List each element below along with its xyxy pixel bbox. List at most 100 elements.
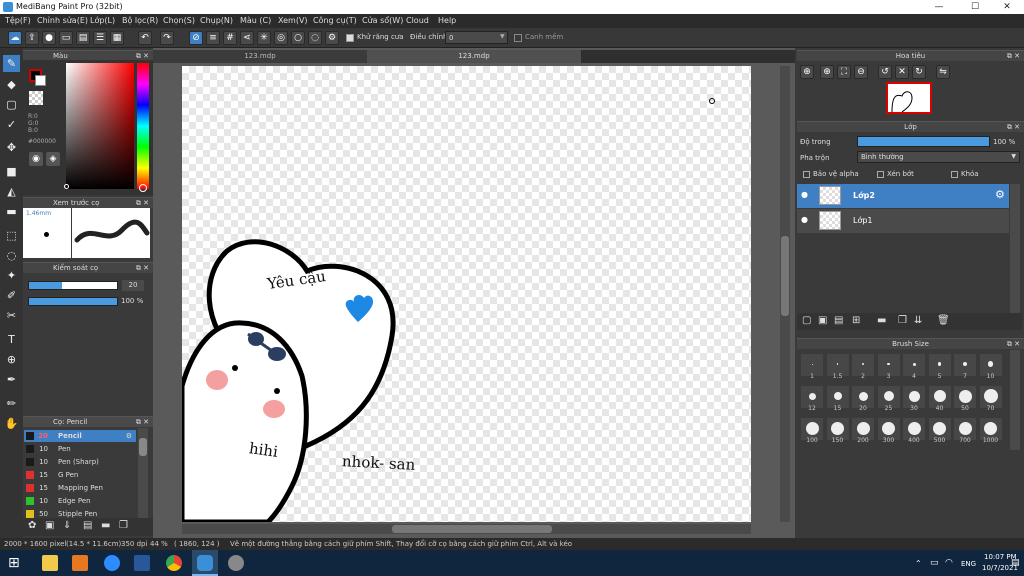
move-tool-icon[interactable]: ✥ <box>3 139 20 156</box>
rotate-left-icon[interactable]: ↺ <box>878 65 892 79</box>
drawing-canvas[interactable]: Yêu cậu hihi nhok- san <box>182 66 751 522</box>
menu-select[interactable]: Chọn(S) <box>163 16 195 25</box>
brush-size-cell[interactable]: 25 <box>877 386 900 412</box>
rotate-fit-icon[interactable]: ✕ <box>895 65 909 79</box>
brush-list-scrollbar[interactable] <box>138 428 148 518</box>
radial-snap-icon[interactable]: ✳ <box>257 31 271 45</box>
close-button[interactable]: ✕ <box>990 0 1024 14</box>
vertical-scroll-thumb[interactable] <box>781 236 789 316</box>
snap-off-icon[interactable]: ⊘ <box>189 31 203 45</box>
menu-window[interactable]: Cửa sổ(W) <box>362 16 403 25</box>
brush-size-cell[interactable]: 15 <box>826 386 849 412</box>
sv-cursor[interactable] <box>64 184 69 189</box>
select-brush-icon[interactable]: ✐ <box>3 287 20 304</box>
flip-icon[interactable]: ⇋ <box>936 65 950 79</box>
brush-size-scrollbar[interactable] <box>1010 350 1020 450</box>
eraser-tool-icon[interactable]: ◆ <box>3 76 20 93</box>
folder-icon[interactable]: ▬ <box>877 315 886 326</box>
export-icon[interactable]: ⇪ <box>25 31 39 45</box>
hand-tool-icon[interactable]: ✋ <box>3 415 20 432</box>
horizontal-scroll-thumb[interactable] <box>392 525 552 533</box>
brush-item[interactable]: 15 G Pen <box>24 469 136 481</box>
tray-chevron-icon[interactable]: ⌃ <box>915 559 922 568</box>
select-pen-icon[interactable]: ✓ <box>3 116 20 133</box>
document-tab-active[interactable]: 123.mdp <box>367 50 581 63</box>
brush-copy-icon[interactable]: ❐ <box>119 520 128 531</box>
new-layer-icon[interactable]: ▢ <box>802 315 811 326</box>
brush-size-cell[interactable]: 150 <box>826 418 849 444</box>
list-icon[interactable]: ☰ <box>93 31 107 45</box>
brush-item[interactable]: 10 Pen <box>24 443 136 455</box>
brush-size-cell[interactable]: 400 <box>903 418 925 444</box>
divide-tool-icon[interactable]: ⊕ <box>3 351 20 368</box>
menu-color[interactable]: Màu (C) <box>240 16 271 25</box>
pen-tool-icon[interactable]: ✏ <box>3 395 20 412</box>
panel-close-icon[interactable]: ⧉ ✕ <box>1007 339 1020 350</box>
brush-size-cell[interactable]: 3 <box>877 354 900 380</box>
add-layer-menu-icon[interactable]: ⊞ <box>852 315 860 326</box>
curve-snap-icon[interactable]: ◌ <box>308 31 322 45</box>
concentric-snap-icon[interactable]: ◎ <box>274 31 288 45</box>
chrome-icon[interactable] <box>166 555 182 571</box>
brush-size-cell[interactable]: 100 <box>801 418 823 444</box>
brush-size-cell[interactable]: 50 <box>954 386 976 412</box>
navigator-thumbnail[interactable] <box>886 82 932 114</box>
protect-alpha-checkbox[interactable] <box>803 171 810 178</box>
panel-close-icon[interactable]: ⧉ ✕ <box>136 417 149 428</box>
panel-icon[interactable]: ▭ <box>59 31 73 45</box>
redo-icon[interactable]: ↷ <box>160 31 174 45</box>
blend-mode-select[interactable]: Bình thường ▼ <box>857 151 1020 163</box>
brush-item[interactable]: 15 Mapping Pen <box>24 482 136 494</box>
menu-filter[interactable]: Bộ lọc(R) <box>122 16 158 25</box>
select-tool-icon[interactable]: ⬚ <box>3 227 20 244</box>
maximize-button[interactable]: ☐ <box>958 0 992 14</box>
windows-start-icon[interactable]: ⊞ <box>8 555 24 571</box>
new-1bit-layer-icon[interactable]: ▤ <box>834 315 843 326</box>
panel-close-icon[interactable]: ⧉ ✕ <box>1007 51 1020 62</box>
clipping-checkbox[interactable] <box>877 171 884 178</box>
menu-edit[interactable]: Chỉnh sửa(E) <box>37 16 88 25</box>
layer-opacity-slider[interactable] <box>857 136 990 147</box>
undo-icon[interactable]: ↶ <box>138 31 152 45</box>
layer-row-active[interactable]: ● Lớp2 ⚙ <box>797 184 1009 208</box>
brush-size-cell[interactable]: 30 <box>903 386 925 412</box>
menu-layer[interactable]: Lớp(L) <box>90 16 115 25</box>
hue-slider[interactable] <box>137 63 149 189</box>
document-tab[interactable]: 123.mdp <box>153 50 367 63</box>
antialias-checkbox[interactable] <box>346 34 354 42</box>
media-app-icon[interactable] <box>72 555 88 571</box>
add-brush-icon[interactable]: ✿ <box>28 520 36 531</box>
menu-cloud[interactable]: Cloud <box>406 16 429 25</box>
eye-icon[interactable]: ● <box>801 215 808 224</box>
comment-icon[interactable]: ● <box>42 31 56 45</box>
gradient-tool-icon[interactable]: ▬ <box>3 203 20 220</box>
brush-size-cell[interactable]: 700 <box>954 418 976 444</box>
brush-opacity-slider[interactable] <box>28 297 118 306</box>
transparent-swatch[interactable] <box>29 91 43 105</box>
zoom-out-icon[interactable]: ⊖ <box>854 65 868 79</box>
menu-view[interactable]: Xem(V) <box>278 16 308 25</box>
battery-icon[interactable]: ▭ <box>930 558 939 568</box>
grid-icon[interactable]: ▦ <box>110 31 124 45</box>
dot-tool-icon[interactable]: ▢ <box>3 96 20 113</box>
eye-icon[interactable]: ● <box>801 190 808 199</box>
notification-icon[interactable]: ▤ <box>1011 558 1020 568</box>
cloud-icon[interactable]: ☁ <box>8 31 22 45</box>
shape-tool-icon[interactable]: ■ <box>3 163 20 180</box>
bucket-tool-icon[interactable]: ◭ <box>3 183 20 200</box>
correction-select[interactable]: 0 <box>445 31 508 44</box>
brush-item[interactable]: 10 Edge Pen <box>24 495 136 507</box>
brush-size-cell[interactable]: 5 <box>928 354 951 380</box>
file-explorer-icon[interactable] <box>42 555 58 571</box>
brush-size-cell[interactable]: 1000 <box>979 418 1002 444</box>
brush-size-cell[interactable]: 300 <box>877 418 900 444</box>
word-icon[interactable] <box>134 555 150 571</box>
brush-item[interactable]: 50 Stipple Pen <box>24 508 136 518</box>
zoom-in-icon[interactable]: ⊕ <box>800 65 814 79</box>
text-tool-icon[interactable]: T <box>3 331 20 348</box>
circle-snap-icon[interactable]: ○ <box>291 31 305 45</box>
layer-row[interactable]: ● Lớp1 <box>797 209 1009 233</box>
brush-size-cell[interactable]: 10 <box>979 354 1002 380</box>
vanish-snap-icon[interactable]: ⋖ <box>240 31 254 45</box>
layer-list-scrollbar[interactable] <box>1010 184 1020 314</box>
